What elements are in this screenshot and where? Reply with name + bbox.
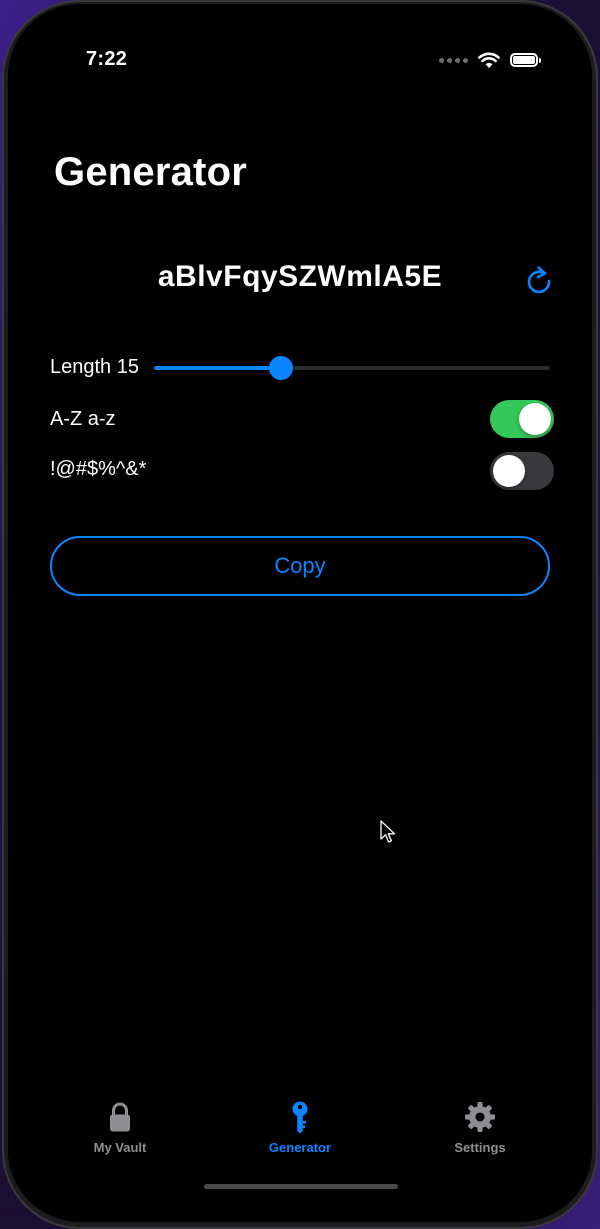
page-title: Generator xyxy=(54,150,247,194)
battery-level xyxy=(513,56,535,64)
letters-toggle[interactable] xyxy=(490,400,554,438)
generated-password: aBlvFqySZWmlA5E xyxy=(157,260,443,293)
refresh-icon[interactable] xyxy=(524,264,554,296)
length-slider[interactable] xyxy=(154,354,550,382)
tab-label: Settings xyxy=(454,1140,506,1155)
key-icon xyxy=(292,1101,308,1134)
symbols-label: !@#$%^&* xyxy=(50,458,147,480)
home-indicator xyxy=(204,1184,398,1189)
symbols-toggle[interactable] xyxy=(490,452,554,490)
slider-thumb[interactable] xyxy=(268,356,293,380)
tab-my-vault[interactable]: My Vault xyxy=(50,1100,190,1155)
tab-label: My Vault xyxy=(93,1140,147,1155)
battery-icon xyxy=(510,53,541,67)
wifi-icon xyxy=(478,52,500,68)
letters-label: A-Z a-z xyxy=(50,408,116,430)
cellular-signal-icon xyxy=(439,57,468,63)
toggle-knob xyxy=(519,403,551,435)
copy-button[interactable]: Copy xyxy=(50,536,550,596)
slider-fill xyxy=(154,366,281,370)
tab-label: Generator xyxy=(268,1140,332,1155)
mouse-pointer-icon xyxy=(380,820,396,843)
phone-screen: 7:22 Generator aBlvFqySZWmlA5E Length 15… xyxy=(8,4,592,1222)
status-time: 7:22 xyxy=(86,48,128,70)
toggle-knob xyxy=(493,455,525,487)
gear-icon xyxy=(465,1102,495,1132)
tab-settings[interactable]: Settings xyxy=(410,1100,550,1155)
tab-generator[interactable]: Generator xyxy=(230,1100,370,1155)
status-icons xyxy=(439,48,541,72)
lock-icon xyxy=(110,1102,130,1132)
length-label: Length 15 xyxy=(50,356,139,378)
